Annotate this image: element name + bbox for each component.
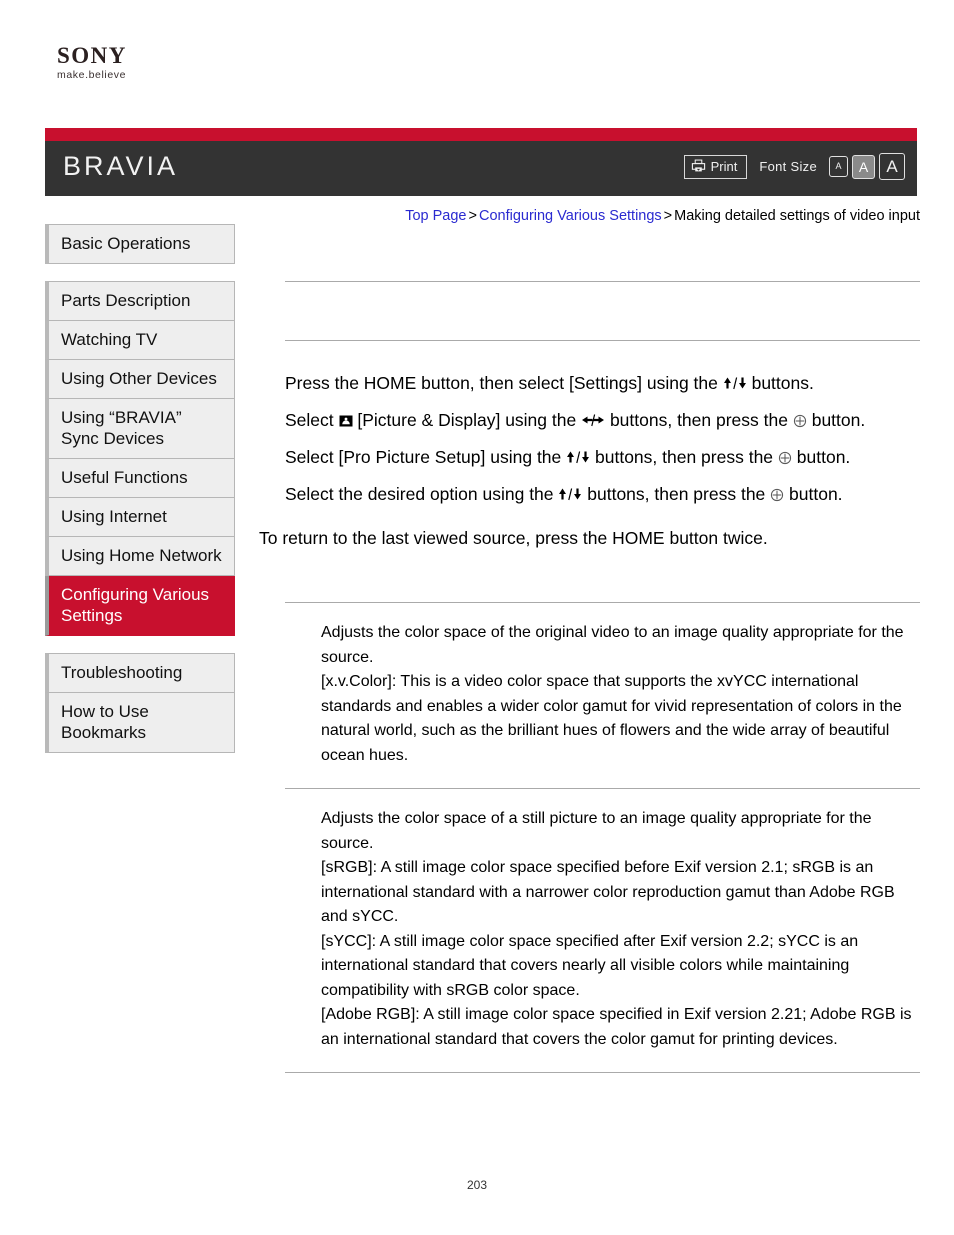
arrow-up-down-icon [558,482,582,510]
bravia-logo: BRAVIA [63,151,179,181]
arrow-left-right-icon [581,408,605,436]
description-block-photo-color-space: Adjusts the color space of a still pictu… [285,789,920,1072]
step-2-text-pre: Select [285,410,339,430]
sidebar-item-using-home-network[interactable]: Using Home Network [45,537,235,576]
content-gap [285,552,920,602]
step-2-text-mid: [Picture & Display] using the [352,410,582,430]
breadcrumb-current-page: Making detailed settings of video input [674,208,920,224]
sony-wordmark: SONY [57,43,127,68]
enter-button-icon [778,445,792,473]
description-block-video-color-space: Adjusts the color space of the original … [285,603,920,788]
step-3-text-pre: Select [Pro Picture Setup] using the [285,447,567,467]
step-1-text-post: buttons. [746,373,814,393]
sidebar-item-useful-functions[interactable]: Useful Functions [45,459,235,498]
step-3-text-tail: button. [791,447,851,467]
step-4-text-post: buttons, then press the [582,484,771,504]
breadcrumb-link-top-page[interactable]: Top Page [405,208,466,224]
print-button[interactable]: Print [683,154,748,179]
step-3-text-post: buttons, then press the [590,447,778,467]
printer-icon [691,158,706,175]
page-header: BRAVIA Print Font Size A A A [45,128,917,196]
sidebar-item-basic-operations[interactable]: Basic Operations [45,224,235,264]
return-note: To return to the last viewed source, pre… [259,528,768,548]
description-line: [sRGB]: A still image color space specif… [321,859,895,925]
step-1-text-pre: Press the HOME button, then select [Sett… [285,373,723,393]
enter-button-icon [770,482,784,510]
sidebar-item-using-other-devices[interactable]: Using Other Devices [45,360,235,399]
sidebar-item-configuring-various-settings[interactable]: Configuring Various Settings [45,576,235,636]
picture-display-icon [339,408,353,436]
header-tools: Print Font Size A A A [683,153,905,180]
main-content: Top Page > Configuring Various Settings > Ma… [259,206,920,1073]
breadcrumb-separator-2: > [663,208,673,224]
description-line: [sYCC]: A still image color space specif… [321,932,859,999]
font-size-large-button[interactable]: A [879,153,905,180]
divider-bottom [285,1072,920,1073]
sony-logo: SONY make.believe [57,44,237,81]
header-red-strip [45,128,917,141]
arrow-up-down-icon [723,371,747,399]
breadcrumb: Top Page > Configuring Various Settings > Ma… [285,206,920,226]
breadcrumb-link-configuring-various-settings[interactable]: Configuring Various Settings [479,208,662,224]
procedure-steps: Press the HOME button, then select [Sett… [259,369,920,552]
page-title [285,282,920,340]
arrow-up-down-icon [566,445,590,473]
font-size-medium-button[interactable]: A [852,154,875,179]
font-size-small-button[interactable]: A [829,156,848,177]
sidebar-navigation: Basic Operations Parts Description Watch… [45,224,235,753]
sidebar-group-gap-2 [45,636,235,653]
page-number: 203 [466,1178,488,1192]
description-line: Adjusts the color space of the original … [321,624,904,666]
sidebar-item-using-internet[interactable]: Using Internet [45,498,235,537]
description-line: [Adobe RGB]: A still image color space s… [321,1006,912,1048]
sidebar-item-parts-description[interactable]: Parts Description [45,281,235,321]
step-3: Select [Pro Picture Setup] using the but… [285,443,920,473]
description-line: [x.v.Color]: This is a video color space… [321,673,902,764]
sidebar-item-using-bravia-sync-devices[interactable]: Using “BRAVIA” Sync Devices [45,399,235,459]
font-size-label: Font Size [759,159,817,174]
step-2-text-tail: button. [806,410,866,430]
description-line: Adjusts the color space of a still pictu… [321,810,872,852]
step-4: Select the desired option using the butt… [285,480,920,510]
font-size-group: A A A [829,153,905,180]
step-1: Press the HOME button, then select [Sett… [285,369,920,399]
sidebar-item-how-to-use-bookmarks[interactable]: How to Use Bookmarks [45,693,235,753]
step-2-text-post: buttons, then press the [605,410,793,430]
breadcrumb-separator-1: > [468,208,477,224]
header-dark-bar: BRAVIA Print Font Size A A A [45,141,917,196]
sidebar-item-troubleshooting[interactable]: Troubleshooting [45,653,235,693]
print-label: Print [710,158,738,174]
step-2: Select [Picture & Display] using the but… [285,406,920,436]
sidebar-item-watching-tv[interactable]: Watching TV [45,321,235,360]
step-4-text-pre: Select the desired option using the [285,484,559,504]
enter-button-icon [793,408,807,436]
sony-tagline: make.believe [57,69,127,81]
step-4-text-tail: button. [784,484,843,504]
